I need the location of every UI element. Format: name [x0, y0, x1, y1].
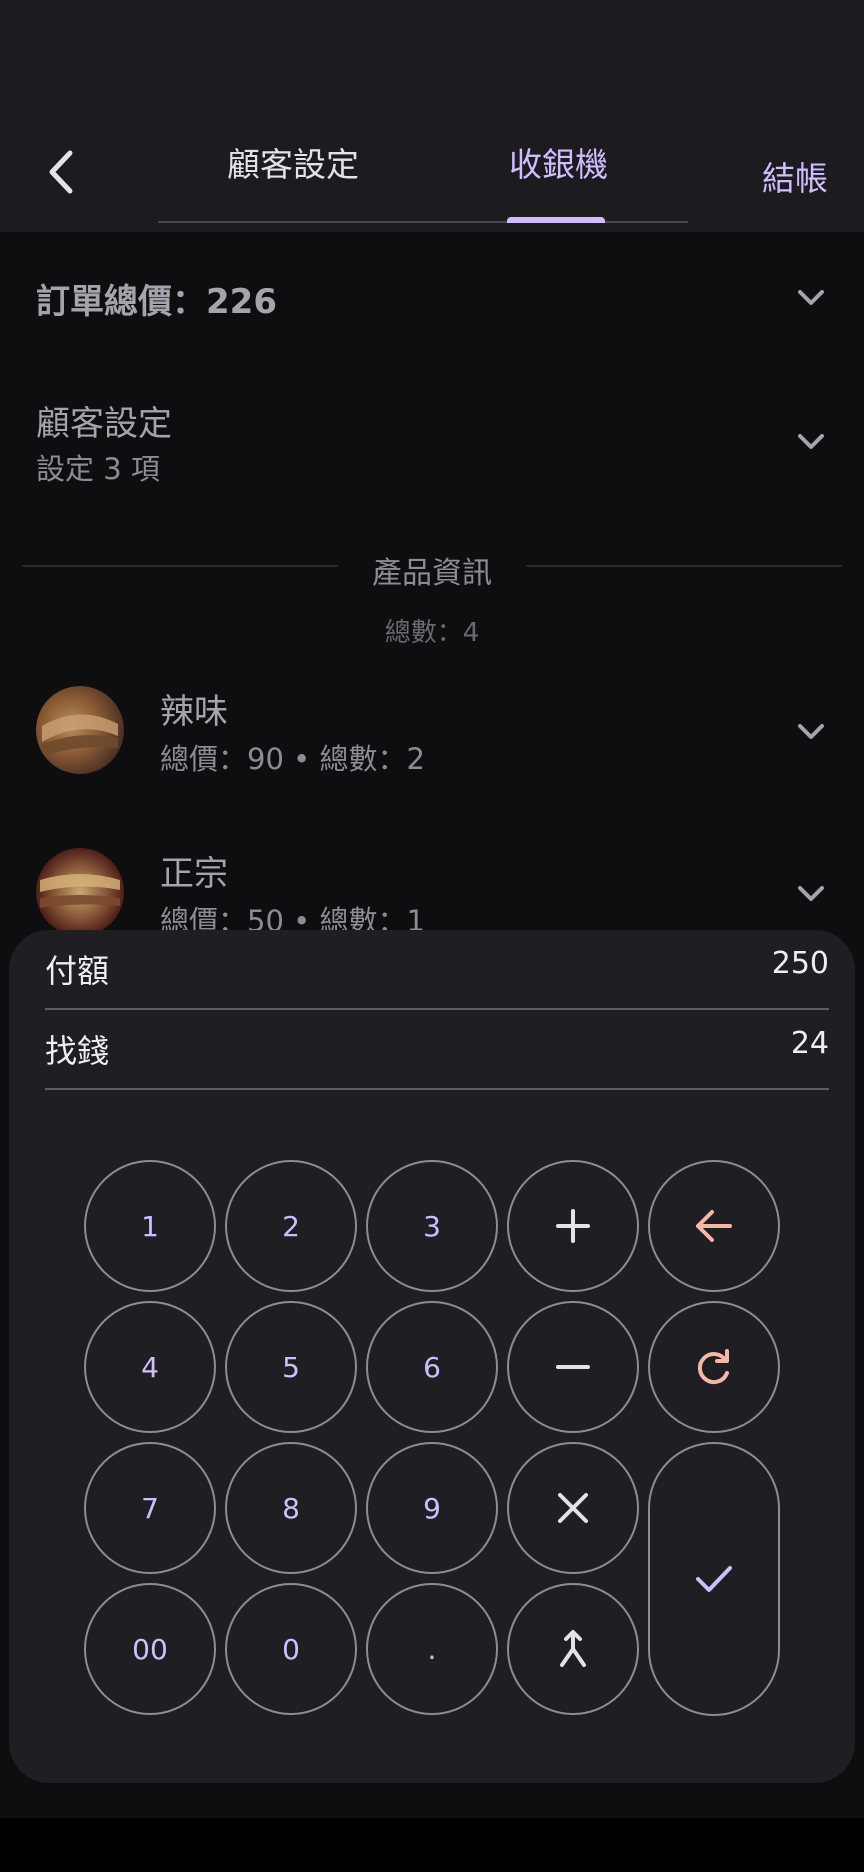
backspace-icon — [696, 1210, 732, 1242]
back-button[interactable] — [36, 148, 84, 196]
food-image-icon — [40, 874, 120, 908]
change-row: 找錢 24 — [45, 1010, 829, 1090]
refresh-icon — [697, 1349, 729, 1384]
tab-customer-settings[interactable]: 顧客設定 — [227, 138, 359, 186]
key-00[interactable]: 00 — [84, 1583, 216, 1715]
chevron-down-icon — [798, 290, 824, 305]
confirm-button[interactable] — [648, 1442, 780, 1716]
key-1[interactable]: 1 — [84, 1160, 216, 1292]
key-5[interactable]: 5 — [225, 1301, 357, 1433]
change-label: 找錢 — [45, 1032, 110, 1070]
key-decimal[interactable]: . — [366, 1583, 498, 1715]
multiply-button[interactable] — [507, 1442, 639, 1574]
calculator-sheet: 付額 250 找錢 24 1 2 3 4 5 6 7 8 9 00 0 . — [9, 930, 855, 1783]
paid-value: 250 — [771, 946, 829, 981]
change-value: 24 — [790, 1026, 829, 1061]
key-0[interactable]: 0 — [225, 1583, 357, 1715]
reset-button[interactable] — [648, 1301, 780, 1433]
status-bar — [0, 0, 864, 130]
key-9[interactable]: 9 — [366, 1442, 498, 1574]
tab-active-indicator — [507, 217, 605, 223]
tab-divider — [158, 221, 688, 223]
times-icon — [558, 1493, 588, 1523]
minus-icon — [556, 1365, 590, 1369]
food-image-icon — [42, 714, 118, 756]
product-name: 正宗 — [160, 854, 228, 894]
product-thumbnail — [36, 848, 124, 936]
order-total-panel[interactable]: 訂單總價：226 — [0, 232, 864, 362]
product-meta: 總價：90 • 總數：2 — [160, 742, 425, 776]
tab-bar: 顧客設定 收銀機 — [158, 130, 688, 223]
product-name: 辣味 — [160, 692, 228, 732]
key-6[interactable]: 6 — [366, 1301, 498, 1433]
product-item[interactable]: 辣味 總價：90 • 總數：2 — [0, 660, 864, 800]
app-bar: 顧客設定 收銀機 結帳 — [0, 130, 864, 232]
customer-settings-panel[interactable]: 顧客設定 設定 3 項 — [0, 380, 864, 510]
order-total-label: 訂單總價：226 — [36, 282, 277, 322]
minus-button[interactable] — [507, 1301, 639, 1433]
customer-settings-title: 顧客設定 — [36, 404, 172, 444]
arrow-back-icon — [49, 150, 73, 194]
key-7[interactable]: 7 — [84, 1442, 216, 1574]
system-nav-bar — [0, 1818, 864, 1872]
chevron-down-icon — [798, 886, 824, 901]
product-thumbnail — [36, 686, 124, 774]
key-3[interactable]: 3 — [366, 1160, 498, 1292]
customer-settings-subtitle: 設定 3 項 — [36, 452, 160, 486]
products-section-title: 產品資訊 — [372, 556, 492, 591]
tab-checkout[interactable]: 結帳 — [762, 152, 828, 200]
key-4[interactable]: 4 — [84, 1301, 216, 1433]
merge-icon — [560, 1630, 586, 1667]
products-total-count: 總數：4 — [384, 618, 480, 648]
paid-amount-row[interactable]: 付額 250 — [45, 930, 829, 1010]
merge-button[interactable] — [507, 1583, 639, 1715]
key-2[interactable]: 2 — [225, 1160, 357, 1292]
key-8[interactable]: 8 — [225, 1442, 357, 1574]
check-icon — [696, 1566, 732, 1592]
backspace-button[interactable] — [648, 1160, 780, 1292]
chevron-down-icon — [798, 724, 824, 739]
plus-button[interactable] — [507, 1160, 639, 1292]
paid-label: 付額 — [45, 952, 110, 990]
plus-icon — [556, 1209, 590, 1243]
chevron-down-icon — [798, 434, 824, 449]
tab-cashier[interactable]: 收銀機 — [509, 138, 608, 186]
